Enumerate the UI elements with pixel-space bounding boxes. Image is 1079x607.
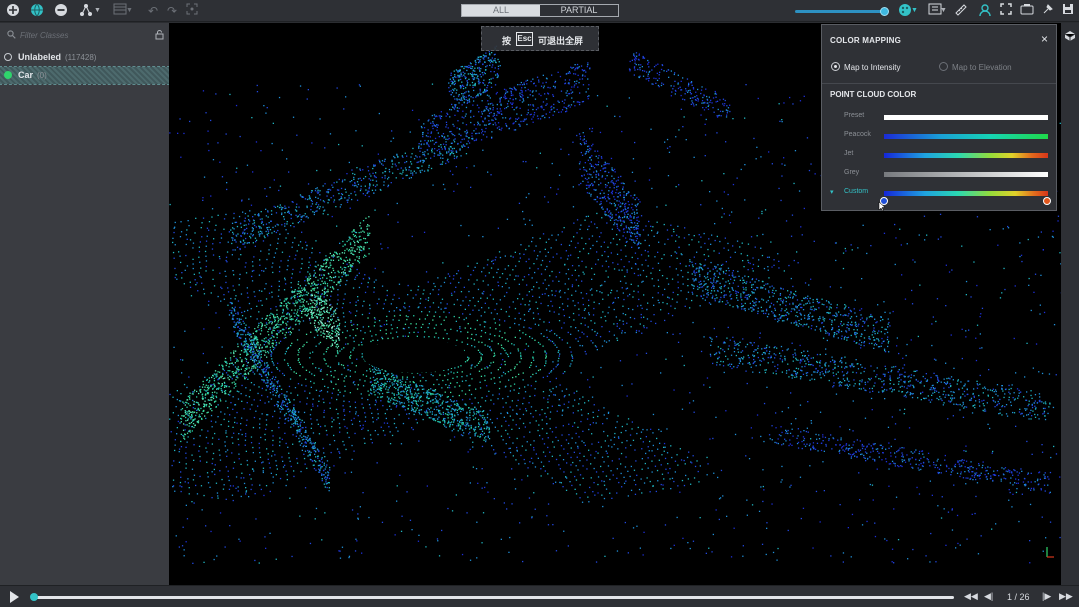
map-intensity-label[interactable]: Map to Intensity [844,63,900,72]
skip-forward-icon[interactable]: ▶▶ [1059,591,1073,602]
class-unlabeled-label: Unlabeled [18,52,62,62]
timeline-thumb[interactable] [30,593,38,601]
jet-label: Jet [844,150,854,157]
layers-chevron-down-icon[interactable]: ▼ [940,7,947,14]
class-car-label: Car [18,70,34,80]
undo-icon[interactable]: ↶ [145,3,161,19]
peacock-label: Peacock [844,131,871,138]
custom-label: Custom [844,188,869,195]
timeline-track[interactable] [32,596,954,599]
search-icon [7,30,16,42]
class-unlabeled-radio[interactable] [4,53,12,61]
color-preset-preset[interactable]: Preset [822,109,1056,127]
camera-icon[interactable] [1019,3,1035,19]
point-size-slider-knob[interactable] [880,7,889,16]
save-icon[interactable] [1060,3,1076,19]
playback-bar: ◀◀ ◀| 1 / 26 |▶ ▶▶ [0,585,1079,607]
cube-view-icon[interactable] [1064,30,1076,45]
hint-esc-key: Esc [516,32,533,46]
add-point-icon[interactable] [5,3,21,19]
color-preset-jet[interactable]: Jet [822,147,1056,165]
user-icon[interactable] [977,3,993,19]
redo-icon[interactable]: ↷ [164,3,180,19]
fullscreen-hint: 按 Esc 可退出全屏 [481,26,599,51]
custom-gradient-bar[interactable] [884,191,1048,196]
preset-gradient-bar[interactable] [884,115,1048,120]
color-preset-custom[interactable]: ▾ Custom [822,185,1056,203]
view-mode-toggle: ALL PARTIAL [461,4,619,17]
focus-icon[interactable] [184,3,200,19]
hint-suffix: 可退出全屏 [538,36,584,46]
step-back-icon[interactable]: ◀| [984,591,993,602]
class-car-color-dot[interactable] [4,71,12,79]
graph-tool-chevron-down-icon[interactable]: ▼ [94,7,101,14]
hint-prefix: 按 [502,36,512,46]
jet-gradient-bar[interactable] [884,153,1048,158]
frame-counter: 1 / 26 [1007,592,1030,602]
play-icon[interactable] [10,591,19,603]
lock-icon[interactable] [155,30,164,43]
chevron-down-icon[interactable]: ▾ [830,188,834,196]
color-palette-chevron-down-icon[interactable]: ▼ [911,7,918,14]
peacock-gradient-bar[interactable] [884,134,1048,139]
fullscreen-icon[interactable] [998,3,1014,19]
class-panel: Filter Classes Unlabeled (117428) Car (0) [0,23,170,585]
ruler-icon[interactable] [953,3,969,19]
class-unlabeled-count: (117428) [65,53,97,62]
preset-label: Preset [844,112,865,119]
class-car-count: (0) [37,71,47,80]
class-item-unlabeled[interactable]: Unlabeled (117428) [0,49,169,66]
custom-high-handle[interactable] [1043,197,1051,205]
color-mapping-title: COLOR MAPPING [830,36,902,45]
point-size-slider[interactable] [795,7,889,16]
mode-all-button[interactable]: ALL [462,5,540,16]
graph-tool-icon[interactable] [78,3,94,19]
point-cloud-color-title: POINT CLOUD COLOR [830,90,917,99]
class-filter-input[interactable]: Filter Classes [20,31,68,40]
mode-partial-button[interactable]: PARTIAL [540,5,618,16]
pin-icon[interactable] [1040,3,1056,19]
globe-icon[interactable] [29,3,45,19]
color-preset-grey[interactable]: Grey [822,166,1056,184]
top-toolbar: ▼ ▼ ↶ ↷ ALL PARTIAL ▼ ▼ [0,0,1079,22]
step-forward-icon[interactable]: |▶ [1042,591,1051,602]
class-item-car[interactable]: Car (0) [0,66,170,85]
color-preset-peacock[interactable]: Peacock [822,128,1056,146]
view-controls-strip [1061,23,1079,585]
map-elevation-label[interactable]: Map to Elevation [952,63,1012,72]
color-mapping-panel: COLOR MAPPING × Map to Intensity Map to … [821,24,1057,214]
grey-gradient-bar[interactable] [884,172,1048,177]
class-filter[interactable]: Filter Classes [0,26,169,46]
grey-label: Grey [844,169,860,176]
layout-chevron-down-icon[interactable]: ▼ [126,7,133,14]
skip-back-icon[interactable]: ◀◀ [964,591,978,602]
map-intensity-radio[interactable] [831,62,840,71]
cursor-arrow-icon [878,201,886,214]
minus-circle-icon[interactable] [53,3,69,19]
close-icon[interactable]: × [1041,32,1048,46]
map-elevation-radio[interactable] [939,62,948,71]
divider [822,83,1056,84]
axis-gizmo-icon [1043,545,1055,562]
